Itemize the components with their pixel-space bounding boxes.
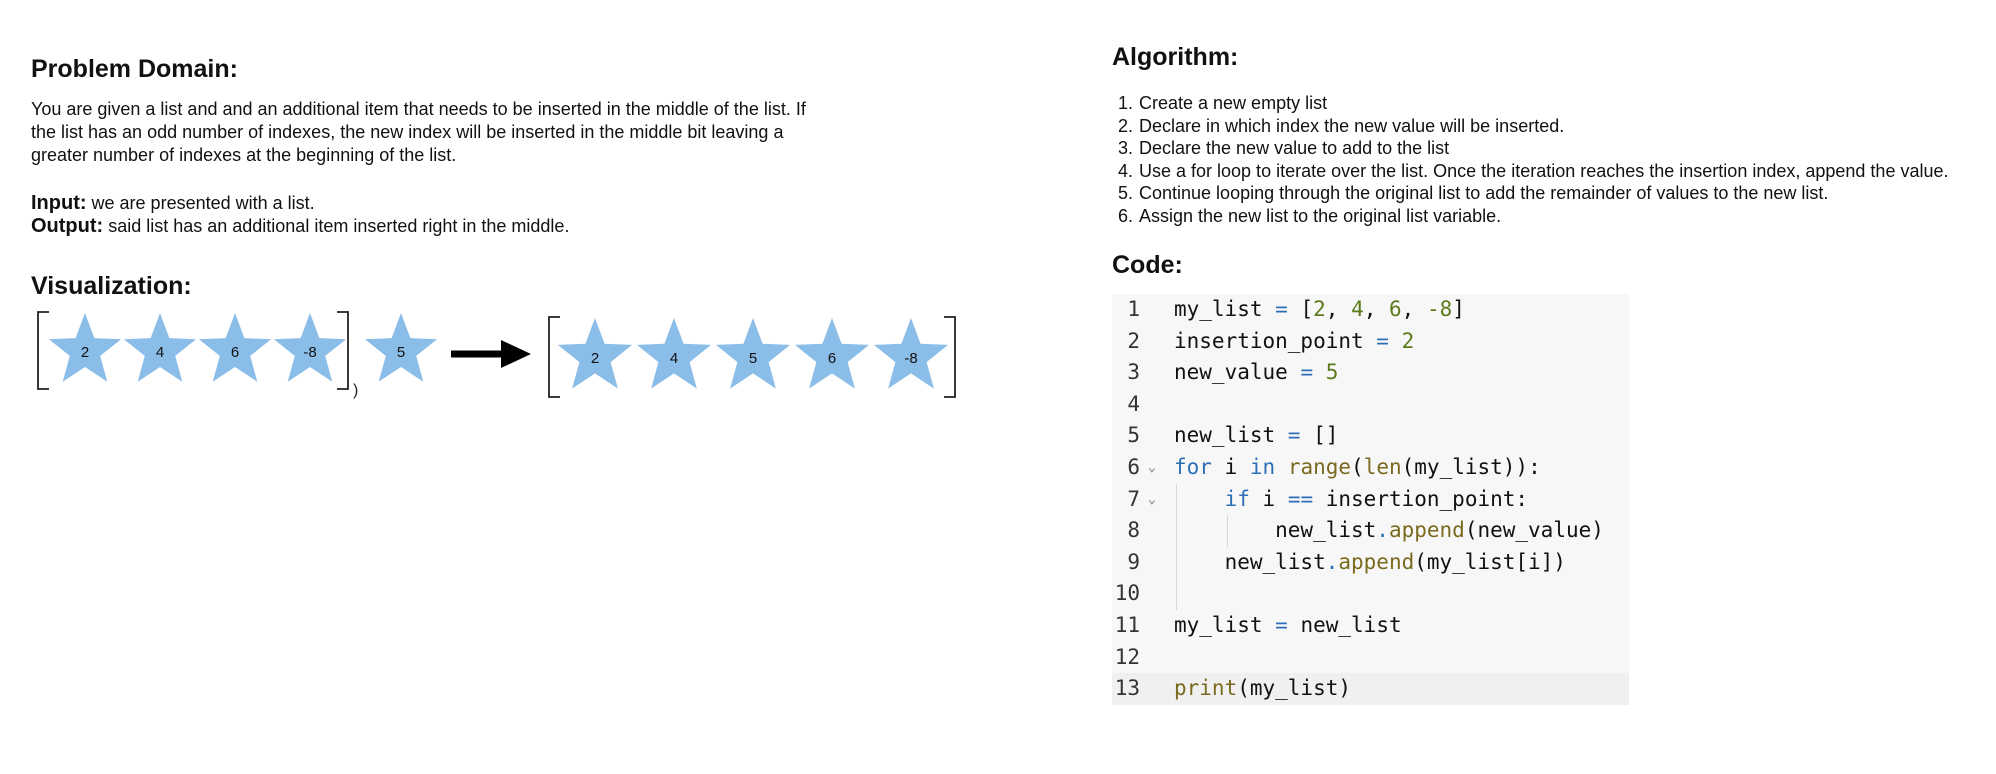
indent-guide (1176, 483, 1177, 610)
line-number: 8 (1127, 518, 1140, 543)
star-value-label: 2 (591, 350, 599, 367)
code-line[interactable]: 7 ⌄ if i == insertion_point: (1112, 484, 1629, 516)
solution-panel: Algorithm: Create a new empty listDeclar… (1112, 40, 1982, 705)
code-text: print(my_list) (1174, 676, 1352, 701)
star-value-label: 6 (828, 350, 836, 367)
problem-panel: Problem Domain: You are given a list and… (31, 52, 956, 409)
indent-guide (1226, 515, 1228, 547)
star-value-label: 6 (231, 344, 239, 361)
algorithm-step: Declare in which index the new value wil… (1138, 115, 1982, 138)
output-line: Output: said list has an additional item… (31, 215, 831, 238)
arrow-head (501, 340, 531, 368)
algorithm-step: Assign the new list to the original list… (1138, 205, 1982, 228)
algorithm-step: Continue looping through the original li… (1138, 182, 1982, 205)
code-text: insertion_point = 2 (1174, 328, 1415, 353)
code-heading: Code: (1112, 251, 1183, 279)
star-value-label: -8 (303, 344, 316, 361)
code-line[interactable]: 4 (1112, 389, 1629, 421)
star-value-label: 2 (81, 344, 89, 361)
code-line[interactable]: 8 new_list.append(new_value) (1112, 515, 1629, 547)
line-number: 5 (1127, 423, 1140, 448)
line-number: 6 (1127, 454, 1140, 479)
left-bracket (37, 311, 49, 390)
code-line[interactable]: 11 my_list = new_list (1112, 610, 1629, 642)
line-number: 2 (1127, 328, 1140, 353)
line-number: 3 (1127, 360, 1140, 385)
line-number: 12 (1114, 644, 1140, 669)
code-line[interactable]: 2 insertion_point = 2 (1112, 326, 1629, 358)
code-text: if i == insertion_point: (1224, 486, 1529, 511)
algorithm-step: Use a for loop to iterate over the list.… (1138, 160, 1982, 183)
code-text: my_list = new_list (1174, 612, 1402, 637)
code-text: for i in range(len(my_list)): (1174, 454, 1541, 479)
star-value-label: 5 (397, 344, 405, 361)
line-number: 13 (1114, 676, 1140, 701)
output-text: said list has an additional item inserte… (103, 216, 570, 236)
code-line[interactable]: 9 new_list.append(my_list[i]) (1112, 547, 1629, 579)
input-label: Input: (31, 192, 87, 214)
code-text: new_list = [] (1174, 423, 1339, 448)
right-bracket (337, 311, 349, 390)
code-line[interactable]: 6 ⌄ for i in range(len(my_list)): (1112, 452, 1629, 484)
code-text: my_list = [2, 4, 6, -8] (1174, 297, 1465, 321)
algorithm-heading: Algorithm: (1112, 43, 1239, 71)
visualization-diagram: 2 4 6 -8) 5 2 4 5 6 -8 (31, 309, 971, 409)
line-number: 11 (1114, 612, 1140, 637)
code-line[interactable]: 1 my_list = [2, 4, 6, -8] (1112, 294, 1629, 326)
code-line[interactable]: 12 (1112, 642, 1629, 674)
algorithm-step: Create a new empty list (1138, 92, 1982, 115)
problem-domain-heading: Problem Domain: (31, 55, 238, 83)
output-label: Output: (31, 215, 104, 237)
line-number: 1 (1127, 297, 1140, 321)
star-value-label: 4 (670, 350, 678, 367)
code-line[interactable]: 13 print(my_list) (1112, 673, 1629, 705)
left-bracket (548, 316, 560, 398)
visualization-svg: 2 4 6 -8) 5 2 4 5 6 -8 (37, 311, 956, 399)
io-section: Input: we are presented with a list. Out… (31, 192, 831, 238)
problem-description: You are given a list and and an addition… (31, 99, 806, 165)
line-number: 4 (1127, 391, 1140, 416)
input-text: we are presented with a list. (86, 193, 315, 213)
line-number: 9 (1127, 549, 1140, 574)
right-bracket (944, 316, 956, 398)
code-text: new_list.append(new_value) (1174, 518, 1604, 543)
code-line[interactable]: 3 new_value = 5 (1112, 357, 1629, 389)
line-number: 10 (1114, 581, 1140, 606)
code-line[interactable]: 10 (1112, 578, 1629, 610)
code-text: new_value = 5 (1174, 360, 1339, 385)
code-line[interactable]: 5 new_list = [] (1112, 420, 1629, 452)
code-text: new_list.append(my_list[i]) (1174, 549, 1566, 574)
visualization-heading: Visualization: (31, 272, 192, 300)
code-editor[interactable]: 1 my_list = [2, 4, 6, -8] 2 insertion_point… (1112, 294, 1629, 705)
bracket-paren-mark: ) (353, 382, 358, 399)
fold-chevron-icon[interactable]: ⌄ (1148, 484, 1156, 516)
star-value-label: 4 (156, 344, 164, 361)
input-line: Input: we are presented with a list. (31, 192, 831, 215)
star-value-label: 5 (749, 350, 757, 367)
algorithm-step: Declare the new value to add to the list (1138, 137, 1982, 160)
star-value-label: -8 (904, 350, 917, 367)
fold-chevron-icon[interactable]: ⌄ (1148, 452, 1156, 484)
algorithm-steps: Create a new empty listDeclare in which … (1112, 92, 1982, 227)
line-number: 7 (1127, 486, 1140, 511)
